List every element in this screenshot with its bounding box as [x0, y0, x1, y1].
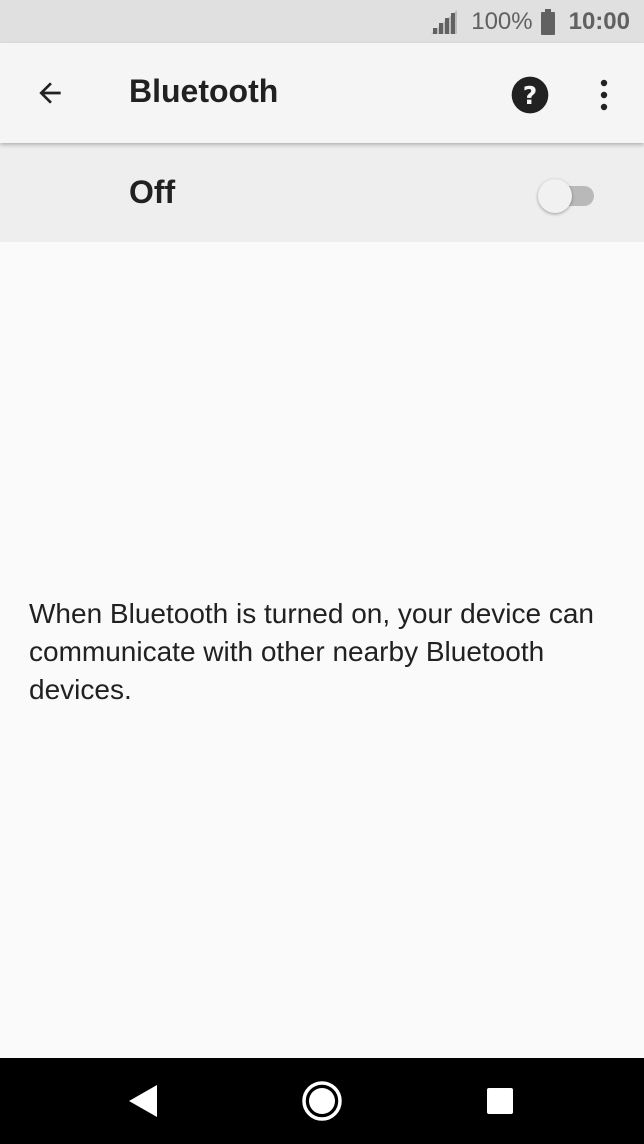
back-button[interactable] — [22, 65, 78, 121]
back-triangle-icon — [129, 1085, 157, 1117]
switch-state-label: Off — [129, 174, 176, 210]
battery-percent: 100% — [471, 7, 533, 35]
status-bar: 100% 10:00 — [0, 0, 644, 43]
nav-home-button[interactable] — [294, 1076, 350, 1126]
page-title: Bluetooth — [129, 73, 279, 109]
svg-text:?: ? — [523, 81, 538, 110]
clock: 10:00 — [568, 7, 630, 35]
signal-icon — [431, 9, 458, 34]
help-icon: ? — [511, 76, 549, 114]
bluetooth-master-switch-row[interactable]: Off — [0, 143, 644, 242]
back-arrow-icon — [39, 82, 61, 104]
screen: 100% 10:00 Bluetooth ? Off When Bluetoot… — [0, 0, 644, 1144]
bluetooth-description: When Bluetooth is turned on, your device… — [29, 598, 595, 705]
more-vert-icon — [600, 79, 608, 111]
toggle-thumb — [538, 179, 572, 213]
home-circle-icon — [302, 1081, 342, 1121]
nav-back-button[interactable] — [115, 1076, 171, 1126]
battery-icon — [540, 8, 555, 35]
more-options-button[interactable] — [582, 69, 626, 121]
help-button[interactable]: ? — [504, 69, 556, 121]
navigation-bar — [0, 1058, 644, 1144]
bluetooth-toggle[interactable] — [538, 177, 596, 213]
app-bar: Bluetooth ? — [0, 43, 644, 143]
nav-recents-button[interactable] — [472, 1076, 528, 1126]
recents-square-icon — [487, 1088, 513, 1114]
